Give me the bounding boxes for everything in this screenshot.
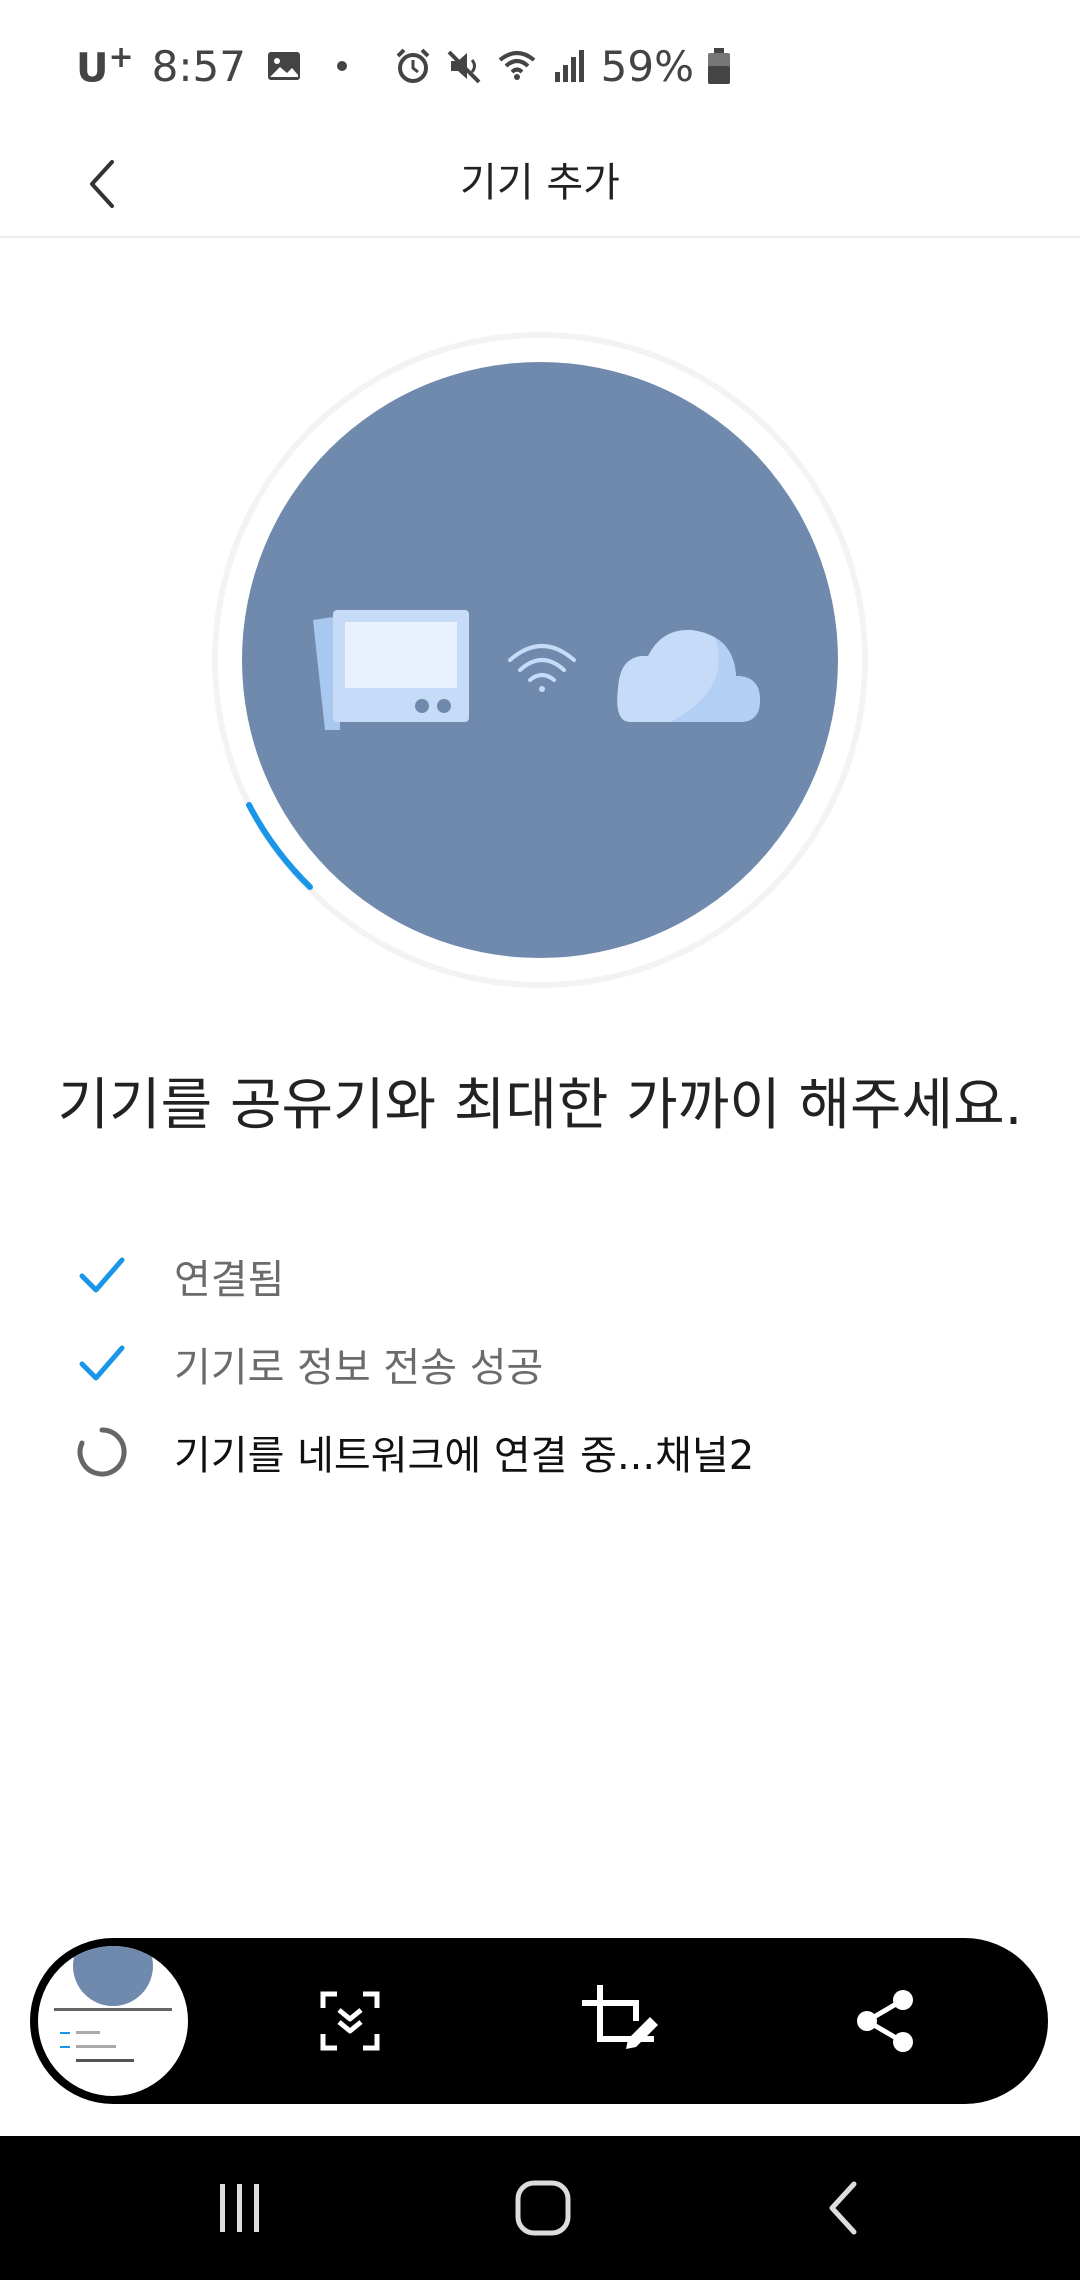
device-icon	[313, 610, 469, 730]
step-label: 연결됨	[174, 1257, 285, 1303]
home-button[interactable]	[503, 2168, 583, 2248]
app-header: 기기 추가	[0, 130, 1080, 238]
wifi-icon	[498, 51, 535, 80]
step-item: 기기를 네트워크에 연결 중...채널2	[74, 1408, 974, 1496]
progress-steps: 연결됨 기기로 정보 전송 성공 기기를 네트워크에 연결 중...채널2	[74, 1232, 974, 1496]
back-button[interactable]	[66, 144, 146, 224]
instruction-text: 기기를 공유기와 최대한 가까이 해주세요.	[57, 1073, 1023, 1138]
check-icon	[74, 1248, 130, 1304]
status-bar: U+ 8:57 59%	[0, 0, 1080, 130]
loading-spinner-icon	[74, 1424, 130, 1480]
step-label: 기기를 네트워크에 연결 중...채널2	[174, 1433, 755, 1479]
recent-apps-button[interactable]	[200, 2168, 280, 2248]
screenshot-toolbar	[30, 1938, 1048, 2104]
share-icon	[857, 1990, 913, 2052]
battery-icon	[708, 48, 730, 84]
recent-apps-icon	[220, 2184, 259, 2232]
mute-icon	[447, 50, 481, 84]
page-title: 기기 추가	[460, 160, 620, 206]
gallery-icon	[267, 52, 300, 80]
system-navigation-bar	[0, 2136, 1080, 2280]
step-item: 기기로 정보 전송 성공	[74, 1320, 974, 1408]
crop-edit-icon	[582, 1985, 658, 2049]
nav-back-button[interactable]	[806, 2168, 886, 2248]
alarm-icon	[396, 48, 430, 83]
connection-illustration	[200, 320, 880, 1000]
step-item: 연결됨	[74, 1232, 974, 1320]
scroll-capture-icon	[320, 1991, 380, 2051]
notification-dot-icon	[336, 61, 347, 71]
share-button[interactable]	[846, 1981, 926, 2061]
screenshot-thumbnail[interactable]	[34, 1942, 192, 2100]
chevron-left-icon	[90, 160, 114, 208]
crop-edit-button[interactable]	[578, 1981, 658, 2061]
signal-icon	[554, 50, 584, 82]
scroll-capture-button[interactable]	[310, 1981, 390, 2061]
back-icon	[829, 2181, 857, 2235]
step-label: 기기로 정보 전송 성공	[174, 1345, 544, 1391]
clock: 8:57	[151, 41, 246, 91]
battery-percent: 59%	[600, 41, 694, 91]
carrier-label: U+	[76, 40, 134, 92]
home-icon	[515, 2180, 571, 2236]
check-icon	[74, 1336, 130, 1392]
